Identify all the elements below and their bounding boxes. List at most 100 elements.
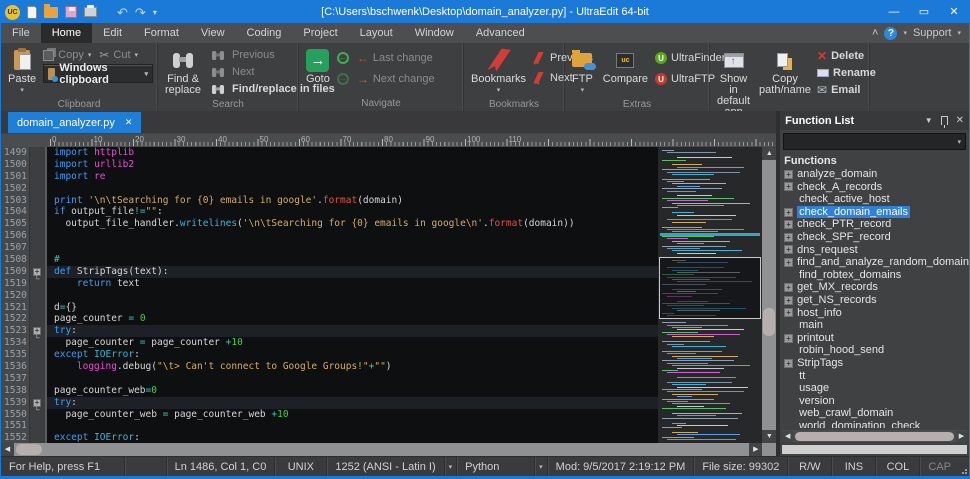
menu-item-edit[interactable]: Edit bbox=[92, 23, 133, 43]
fl-scroll-thumb[interactable] bbox=[795, 431, 954, 441]
code-line[interactable]: 1504 if output_file!="": bbox=[1, 206, 658, 219]
menu-item-advanced[interactable]: Advanced bbox=[465, 23, 536, 43]
vertical-scroll-thumb[interactable] bbox=[763, 308, 776, 336]
fold-margin[interactable] bbox=[29, 158, 45, 171]
function-item[interactable]: web_crawl_domain bbox=[784, 407, 969, 420]
function-item[interactable]: + check_SPF_record bbox=[784, 231, 969, 244]
fold-margin[interactable] bbox=[29, 361, 45, 373]
code-text[interactable]: d={} bbox=[47, 302, 658, 314]
function-item[interactable]: + analyze_domain bbox=[784, 168, 969, 181]
function-item[interactable]: + get_MX_records bbox=[784, 281, 969, 294]
new-file-icon[interactable] bbox=[27, 5, 37, 19]
code-text[interactable]: def StripTags(text): bbox=[47, 265, 659, 278]
code-text[interactable] bbox=[47, 230, 658, 242]
fold-margin[interactable] bbox=[29, 147, 45, 159]
tab-close-icon[interactable]: ✕ bbox=[125, 117, 133, 128]
fold-margin[interactable]: └ bbox=[29, 406, 45, 421]
panel-menu-icon[interactable]: ▼ bbox=[925, 116, 933, 125]
code-text[interactable]: try: bbox=[47, 396, 659, 409]
code-line[interactable]: 1551 bbox=[1, 420, 658, 433]
code-text[interactable]: except IOError: bbox=[47, 349, 658, 361]
redo-icon[interactable]: ↷ bbox=[135, 6, 146, 19]
code-line[interactable]: 1536 logging.debug("\t> Can't connect to… bbox=[1, 361, 658, 373]
function-item[interactable]: world_domination_check bbox=[784, 420, 969, 428]
expand-icon[interactable]: + bbox=[784, 333, 794, 343]
code-line[interactable]: 1500 import urllib2 bbox=[1, 158, 658, 171]
fold-margin[interactable] bbox=[29, 242, 45, 255]
scroll-right-icon[interactable]: ▶ bbox=[749, 443, 763, 456]
expand-icon[interactable]: + bbox=[784, 207, 794, 217]
fold-margin[interactable] bbox=[29, 194, 45, 207]
code-line[interactable]: 1550 └ page_counter_web = page_counter_we… bbox=[1, 406, 658, 421]
status-encoding[interactable]: 1252 (ANSI - Latin I) bbox=[326, 457, 443, 476]
fold-margin[interactable] bbox=[29, 206, 45, 219]
fold-margin[interactable] bbox=[29, 349, 45, 362]
collapse-ribbon-icon[interactable]: ˄ bbox=[872, 27, 878, 39]
windows-clipboard-select[interactable]: Windows clipboard ▾ bbox=[43, 62, 153, 86]
goto-button[interactable]: → Goto bbox=[303, 46, 333, 97]
function-item[interactable]: + StripTags bbox=[784, 357, 969, 370]
code-editor[interactable]: 1499 import httplib 1500 import urllib2 1501… bbox=[1, 147, 777, 443]
function-item[interactable]: tt bbox=[784, 370, 969, 383]
code-line[interactable]: 1501 import re bbox=[1, 170, 658, 183]
panel-close-icon[interactable]: ✕ bbox=[956, 115, 964, 126]
status-readwrite-toggle[interactable]: R/W bbox=[787, 457, 831, 476]
minimize-button[interactable]: — bbox=[879, 1, 909, 23]
ultraedit-logo-icon[interactable]: UC bbox=[5, 4, 20, 20]
code-line[interactable]: 1508 # bbox=[1, 254, 658, 266]
code-text[interactable] bbox=[47, 373, 658, 385]
find-replace-button[interactable]: Find & replace bbox=[162, 46, 204, 98]
tab-domain-analyzer[interactable]: domain_analyzer.py ✕ bbox=[8, 112, 142, 133]
support-dropdown-icon[interactable]: ▾ bbox=[957, 29, 961, 37]
next-change-button[interactable]: → Next change bbox=[357, 71, 435, 87]
function-item[interactable]: usage bbox=[784, 382, 969, 395]
fold-margin[interactable] bbox=[29, 313, 45, 326]
code-text[interactable]: except IOError: bbox=[47, 432, 658, 443]
scroll-up-icon[interactable]: ▲ bbox=[762, 147, 777, 160]
code-text[interactable] bbox=[47, 420, 658, 432]
status-insert-toggle[interactable]: INS bbox=[831, 457, 875, 476]
code-line[interactable]: 1521 d={} bbox=[1, 301, 658, 314]
last-change-button[interactable]: ← Last change bbox=[357, 50, 433, 66]
horizontal-scroll-thumb[interactable] bbox=[16, 444, 42, 455]
compare-button[interactable]: uc Compare bbox=[600, 46, 651, 98]
fold-margin[interactable] bbox=[29, 289, 45, 302]
code-text[interactable]: # bbox=[47, 254, 658, 266]
menu-item-project[interactable]: Project bbox=[292, 23, 348, 43]
code-line[interactable]: 1534 └ page_counter = page_counter +10 bbox=[1, 334, 658, 350]
code-line[interactable]: 1499 import httplib bbox=[1, 147, 658, 159]
expand-icon[interactable]: + bbox=[784, 358, 794, 368]
horizontal-scrollbar[interactable]: ◀ ▶ bbox=[1, 443, 777, 456]
rename-file-button[interactable]: Rename bbox=[817, 65, 876, 81]
ftp-button[interactable]: FTP ▾ bbox=[569, 46, 597, 98]
code-line[interactable]: 1505 output_file_handler.writelines('\n\… bbox=[1, 218, 658, 231]
function-item[interactable]: main bbox=[784, 319, 969, 332]
menu-item-home[interactable]: Home bbox=[40, 23, 93, 43]
code-text[interactable]: page_counter = 0 bbox=[47, 313, 658, 325]
code-line[interactable]: 1519 └ return text bbox=[1, 275, 658, 290]
code-text[interactable]: try: bbox=[47, 325, 659, 338]
code-text[interactable] bbox=[47, 290, 658, 302]
scroll-left-icon[interactable]: ◀ bbox=[1, 443, 14, 456]
menu-item-file[interactable]: File bbox=[1, 23, 41, 43]
function-item[interactable]: version bbox=[784, 395, 969, 408]
help-icon[interactable]: ? bbox=[884, 26, 898, 40]
vertical-scrollbar[interactable]: ▲ ▼ bbox=[762, 147, 777, 443]
menu-item-coding[interactable]: Coding bbox=[236, 23, 293, 43]
fold-margin[interactable] bbox=[29, 218, 45, 231]
status-language-dropdown-icon[interactable]: ▾ bbox=[534, 457, 547, 476]
expand-icon[interactable]: + bbox=[784, 295, 794, 305]
support-menu[interactable]: Support bbox=[913, 27, 952, 39]
function-item[interactable]: robin_hood_send bbox=[784, 344, 969, 357]
fl-scroll-right-icon[interactable]: ▶ bbox=[956, 430, 967, 442]
function-item[interactable]: find_robtex_domains bbox=[784, 269, 969, 282]
code-line[interactable]: 1538 page_counter_web=0 bbox=[1, 384, 658, 397]
function-filter-select[interactable]: ▾ bbox=[783, 133, 966, 150]
minimap-viewport[interactable] bbox=[659, 257, 762, 319]
fold-margin[interactable]: └ bbox=[29, 334, 45, 350]
status-column-mode-toggle[interactable]: COL bbox=[875, 457, 919, 476]
expand-icon[interactable]: + bbox=[784, 220, 794, 230]
expand-icon[interactable]: + bbox=[784, 308, 794, 318]
code-line[interactable]: 1507 bbox=[1, 242, 658, 255]
menu-item-view[interactable]: View bbox=[190, 23, 236, 43]
